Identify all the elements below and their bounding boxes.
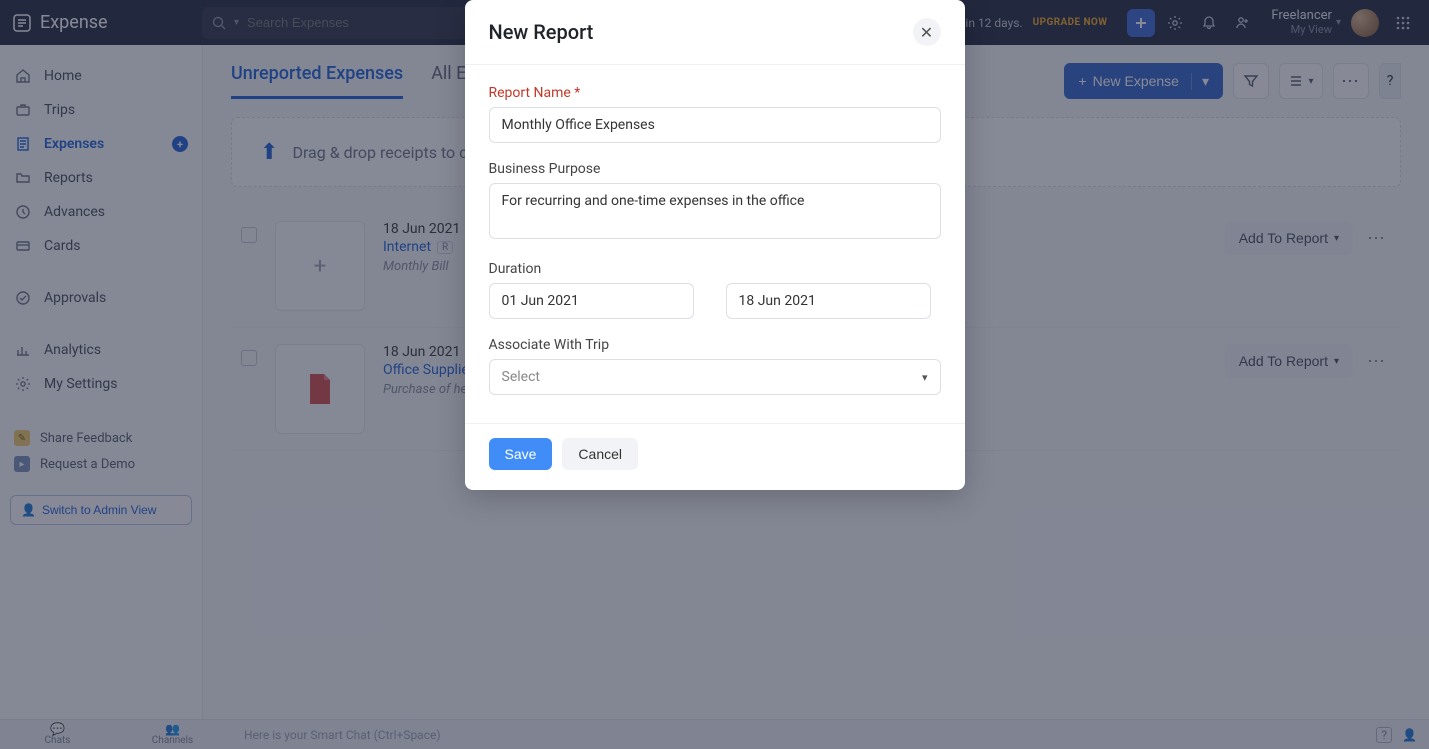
- report-name-label: Report Name *: [489, 85, 941, 101]
- date-to-input[interactable]: [726, 283, 931, 319]
- trip-label: Associate With Trip: [489, 337, 941, 353]
- report-name-input[interactable]: [489, 107, 941, 143]
- purpose-input[interactable]: [489, 183, 941, 239]
- trip-select[interactable]: Select ▾: [489, 359, 941, 395]
- purpose-label: Business Purpose: [489, 161, 941, 177]
- new-report-modal: New Report ✕ Report Name * Business Purp…: [465, 0, 965, 490]
- date-from-input[interactable]: [489, 283, 694, 319]
- duration-label: Duration: [489, 261, 941, 277]
- trip-placeholder: Select: [502, 369, 540, 385]
- cancel-button[interactable]: Cancel: [562, 438, 638, 470]
- chevron-down-icon: ▾: [922, 371, 928, 384]
- save-button[interactable]: Save: [489, 438, 553, 470]
- modal-overlay: New Report ✕ Report Name * Business Purp…: [0, 0, 1429, 749]
- modal-title: New Report: [489, 20, 594, 44]
- close-icon: ✕: [920, 23, 933, 42]
- close-button[interactable]: ✕: [913, 18, 941, 46]
